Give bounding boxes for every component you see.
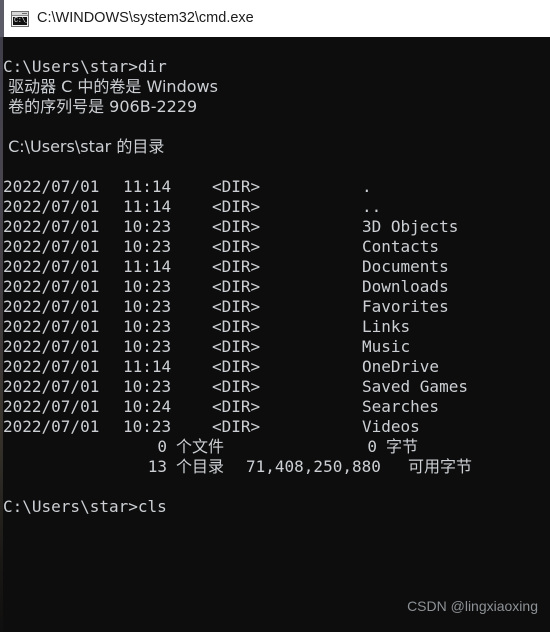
directory-listing-row: 2022/07/01 11:14 <DIR> Documents: [3, 257, 550, 277]
cmd-icon-titlestrip: [12, 11, 28, 16]
listing-time: 11:14: [123, 197, 172, 216]
cmd-console-icon: C:\_: [11, 10, 29, 27]
summary-files-bytes: 0: [367, 437, 377, 456]
listing-time: 10:24: [123, 397, 172, 416]
listing-date: 2022/07/01: [3, 377, 100, 396]
directory-listing-row: 2022/07/01 10:23 <DIR> Videos: [3, 417, 550, 437]
titlebar-left-shadow: [0, 0, 4, 37]
listing-type: <DIR>: [212, 197, 261, 216]
summary-dirs-free-bytes: 71,408,250,880: [246, 457, 381, 476]
directory-listing-row: 2022/07/01 10:23 <DIR> Downloads: [3, 277, 550, 297]
listing-time: 11:14: [123, 177, 172, 196]
titlebar[interactable]: C:\_ C:\WINDOWS\system32\cmd.exe: [3, 0, 550, 37]
listing-time: 11:14: [123, 257, 172, 276]
summary-files-bytes-label: 字节: [386, 437, 419, 456]
listing-name: Documents: [362, 257, 449, 276]
listing-time: 10:23: [123, 297, 172, 316]
listing-name: Searches: [362, 397, 440, 416]
listing-name: Music: [362, 337, 411, 356]
summary-files-count: 0: [157, 437, 167, 456]
listing-name: .: [362, 177, 372, 196]
listing-name: Videos: [362, 417, 420, 436]
listing-name: 3D Objects: [362, 217, 459, 236]
listing-type: <DIR>: [212, 317, 261, 336]
listing-time: 10:23: [123, 217, 172, 236]
listing-time: 10:23: [123, 317, 172, 336]
console-directory-of-line: C:\Users\star 的目录: [3, 137, 165, 156]
directory-listing: 2022/07/01 11:14 <DIR>. 2022/07/01 11:14 <DIR…: [3, 177, 550, 437]
directory-listing-row: 2022/07/01 11:14 <DIR>.: [3, 177, 550, 197]
directory-listing-row: 2022/07/01 10:24 <DIR> Searches: [3, 397, 550, 417]
listing-name: OneDrive: [362, 357, 440, 376]
listing-time: 10:23: [123, 417, 172, 436]
listing-date: 2022/07/01: [3, 397, 100, 416]
listing-date: 2022/07/01: [3, 257, 100, 276]
console-prompt-cls: C:\Users\star>cls: [3, 497, 167, 516]
listing-date: 2022/07/01: [3, 277, 100, 296]
listing-type: <DIR>: [212, 257, 261, 276]
summary-files-label: 个文件: [176, 437, 225, 456]
listing-type: <DIR>: [212, 357, 261, 376]
listing-time: 11:14: [123, 357, 172, 376]
window-title: C:\WINDOWS\system32\cmd.exe: [37, 10, 254, 27]
listing-time: 10:23: [123, 237, 172, 256]
cmd-console-window: C:\_ C:\WINDOWS\system32\cmd.exe C:\User…: [0, 0, 550, 632]
console-prompt-dir: C:\Users\star>dir: [3, 57, 167, 76]
directory-listing-row: 2022/07/01 11:14 <DIR> OneDrive: [3, 357, 550, 377]
listing-date: 2022/07/01: [3, 337, 100, 356]
directory-listing-row: 2022/07/01 10:23 <DIR> Music: [3, 337, 550, 357]
listing-date: 2022/07/01: [3, 217, 100, 236]
directory-listing-row: 2022/07/01 10:23 <DIR> Saved Games: [3, 377, 550, 397]
listing-name: Downloads: [362, 277, 449, 296]
listing-type: <DIR>: [212, 277, 261, 296]
listing-date: 2022/07/01: [3, 317, 100, 336]
listing-type: <DIR>: [212, 217, 261, 236]
listing-name: Contacts: [362, 237, 440, 256]
summary-dirs-label: 个目录: [176, 457, 225, 476]
listing-name: Links: [362, 317, 411, 336]
summary-files-row: 0 个文件 0 字节: [3, 437, 550, 457]
listing-name: Saved Games: [362, 377, 468, 396]
summary-dirs-count: 13: [147, 457, 167, 476]
listing-type: <DIR>: [212, 417, 261, 436]
listing-date: 2022/07/01: [3, 177, 100, 196]
listing-time: 10:23: [123, 337, 172, 356]
directory-listing-row: 2022/07/01 10:23 <DIR> 3D Objects: [3, 217, 550, 237]
csdn-watermark: CSDN @lingxiaoxing: [407, 598, 538, 614]
listing-name: ..: [362, 197, 382, 216]
listing-type: <DIR>: [212, 397, 261, 416]
cmd-icon-glyph: C:\_: [13, 16, 29, 25]
summary-dirs-row: 13 个目录 71,408,250,880 可用字节: [3, 457, 550, 477]
listing-time: 10:23: [123, 277, 172, 296]
listing-date: 2022/07/01: [3, 357, 100, 376]
listing-name: Favorites: [362, 297, 449, 316]
listing-type: <DIR>: [212, 297, 261, 316]
console-volume-line: 驱动器 C 中的卷是 Windows: [3, 77, 218, 96]
listing-type: <DIR>: [212, 377, 261, 396]
listing-type: <DIR>: [212, 337, 261, 356]
directory-listing-row: 2022/07/01 10:23 <DIR> Favorites: [3, 297, 550, 317]
console-serial-line: 卷的序列号是 906B-2229: [3, 97, 198, 116]
listing-date: 2022/07/01: [3, 197, 100, 216]
listing-date: 2022/07/01: [3, 297, 100, 316]
listing-date: 2022/07/01: [3, 237, 100, 256]
console-output-area[interactable]: C:\Users\star>dir 驱动器 C 中的卷是 Windows 卷的序…: [3, 37, 550, 632]
listing-type: <DIR>: [212, 177, 261, 196]
listing-type: <DIR>: [212, 237, 261, 256]
listing-time: 10:23: [123, 377, 172, 396]
directory-listing-row: 2022/07/01 10:23 <DIR> Links: [3, 317, 550, 337]
summary-dirs-free-label: 可用字节: [408, 457, 473, 476]
directory-listing-row: 2022/07/01 11:14 <DIR>..: [3, 197, 550, 217]
listing-date: 2022/07/01: [3, 417, 100, 436]
directory-listing-row: 2022/07/01 10:23 <DIR> Contacts: [3, 237, 550, 257]
